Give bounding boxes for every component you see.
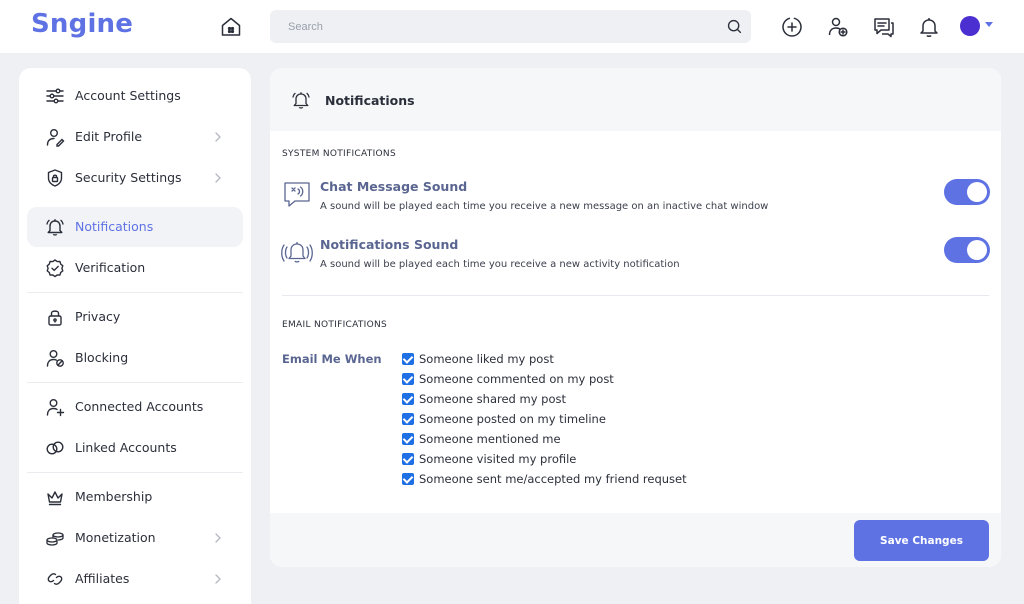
- top-navbar: Sngine: [0, 0, 1024, 53]
- checkbox-label: Someone posted on my timeline: [419, 412, 606, 426]
- link-rings-icon: [46, 441, 64, 455]
- save-changes-button[interactable]: Save Changes: [854, 520, 989, 561]
- sidebar-divider: [27, 472, 243, 473]
- notifications-card: Notifications SYSTEM NOTIFICATIONS Chat …: [270, 68, 1001, 567]
- link-icon: [47, 573, 63, 585]
- sliders-icon: [46, 88, 64, 104]
- settings-sidebar: Account Settings Edit Profile Security S…: [19, 68, 251, 604]
- user-plus-icon: [46, 399, 65, 417]
- messages-icon[interactable]: [872, 15, 896, 39]
- notifications-bell-icon[interactable]: [917, 15, 941, 39]
- coins-icon: [46, 532, 64, 546]
- bell-icon: [46, 219, 64, 236]
- checkbox[interactable]: [402, 433, 414, 445]
- checkbox-label: Someone liked my post: [419, 352, 554, 366]
- checkbox-label: Someone commented on my post: [419, 372, 614, 386]
- bell-icon: [292, 92, 310, 109]
- sidebar-item-notifications[interactable]: Notifications: [27, 207, 243, 247]
- email-me-when-label: Email Me When: [282, 352, 382, 366]
- chevron-right-icon: [215, 132, 221, 142]
- card-header: Notifications: [270, 68, 1001, 131]
- sidebar-item-label: Connected Accounts: [75, 399, 204, 414]
- sidebar-item-account-settings[interactable]: Account Settings: [27, 76, 243, 116]
- shield-lock-icon: [47, 169, 63, 187]
- padlock-icon: [48, 310, 62, 326]
- chat-sound-description: A sound will be played each time you rec…: [320, 201, 769, 212]
- checkbox[interactable]: [402, 413, 414, 425]
- sidebar-item-affiliates[interactable]: Affiliates: [27, 559, 243, 599]
- verified-badge-icon: [46, 259, 64, 278]
- chevron-right-icon: [215, 533, 221, 543]
- checkbox[interactable]: [402, 373, 414, 385]
- sidebar-item-label: Blocking: [75, 350, 129, 365]
- sidebar-item-membership[interactable]: Membership: [27, 477, 243, 517]
- sidebar-item-label: Linked Accounts: [75, 440, 177, 455]
- home-icon[interactable]: [219, 15, 243, 39]
- app-logo[interactable]: Sngine: [31, 9, 133, 39]
- sidebar-item-monetization[interactable]: Monetization: [27, 518, 243, 558]
- sidebar-item-label: Account Settings: [75, 88, 181, 103]
- notification-sound-description: A sound will be played each time you rec…: [320, 259, 680, 270]
- user-avatar[interactable]: [960, 16, 980, 36]
- search-icon[interactable]: [726, 18, 743, 35]
- sidebar-item-label: Verification: [75, 260, 146, 275]
- sidebar-item-label: Notifications: [75, 219, 154, 234]
- checkbox-label: Someone shared my post: [419, 392, 567, 406]
- notification-sound-title: Notifications Sound: [320, 237, 459, 252]
- sidebar-item-label: Affiliates: [75, 571, 130, 586]
- toggle-knob: [967, 182, 987, 202]
- system-notifications-label: SYSTEM NOTIFICATIONS: [282, 149, 396, 159]
- chevron-down-icon[interactable]: [985, 22, 993, 27]
- sidebar-item-label: Security Settings: [75, 170, 182, 185]
- checkbox[interactable]: [402, 453, 414, 465]
- checkbox-label: Someone sent me/accepted my friend requs…: [419, 472, 687, 486]
- sidebar-item-label: Monetization: [75, 530, 156, 545]
- chat-sound-title: Chat Message Sound: [320, 179, 468, 194]
- sidebar-item-label: Membership: [75, 489, 153, 504]
- sidebar-item-edit-profile[interactable]: Edit Profile: [27, 117, 243, 157]
- create-plus-icon[interactable]: [780, 15, 804, 39]
- checkbox[interactable]: [402, 473, 414, 485]
- checkbox[interactable]: [402, 353, 414, 365]
- chat-sound-toggle[interactable]: [944, 179, 990, 205]
- sidebar-divider: [27, 292, 243, 293]
- page-title: Notifications: [325, 93, 415, 108]
- email-notifications-label: EMAIL NOTIFICATIONS: [282, 320, 388, 330]
- chevron-right-icon: [215, 574, 221, 584]
- sidebar-item-connected-accounts[interactable]: Connected Accounts: [27, 387, 243, 427]
- user-block-icon: [46, 350, 64, 367]
- friend-requests-icon[interactable]: [826, 15, 850, 39]
- sidebar-item-security-settings[interactable]: Security Settings: [27, 158, 243, 198]
- chevron-right-icon: [215, 173, 221, 183]
- crown-icon: [47, 491, 63, 506]
- sidebar-item-blocking[interactable]: Blocking: [27, 338, 243, 378]
- search-bar: [270, 10, 751, 43]
- checkbox-label: Someone visited my profile: [419, 452, 577, 466]
- sidebar-item-linked-accounts[interactable]: Linked Accounts: [27, 428, 243, 468]
- search-input[interactable]: [270, 10, 710, 43]
- sidebar-item-verification[interactable]: Verification: [27, 248, 243, 288]
- section-divider: [282, 295, 989, 296]
- checkbox[interactable]: [402, 393, 414, 405]
- chat-sound-icon: [284, 182, 310, 207]
- sidebar-item-label: Privacy: [75, 309, 121, 324]
- sidebar-item-privacy[interactable]: Privacy: [27, 297, 243, 337]
- toggle-knob: [967, 240, 987, 260]
- user-edit-icon: [46, 129, 65, 147]
- notification-sound-icon: [281, 242, 313, 263]
- sidebar-item-label: Edit Profile: [75, 129, 143, 144]
- checkbox-label: Someone mentioned me: [419, 432, 561, 446]
- notification-sound-toggle[interactable]: [944, 237, 990, 263]
- sidebar-divider: [27, 382, 243, 383]
